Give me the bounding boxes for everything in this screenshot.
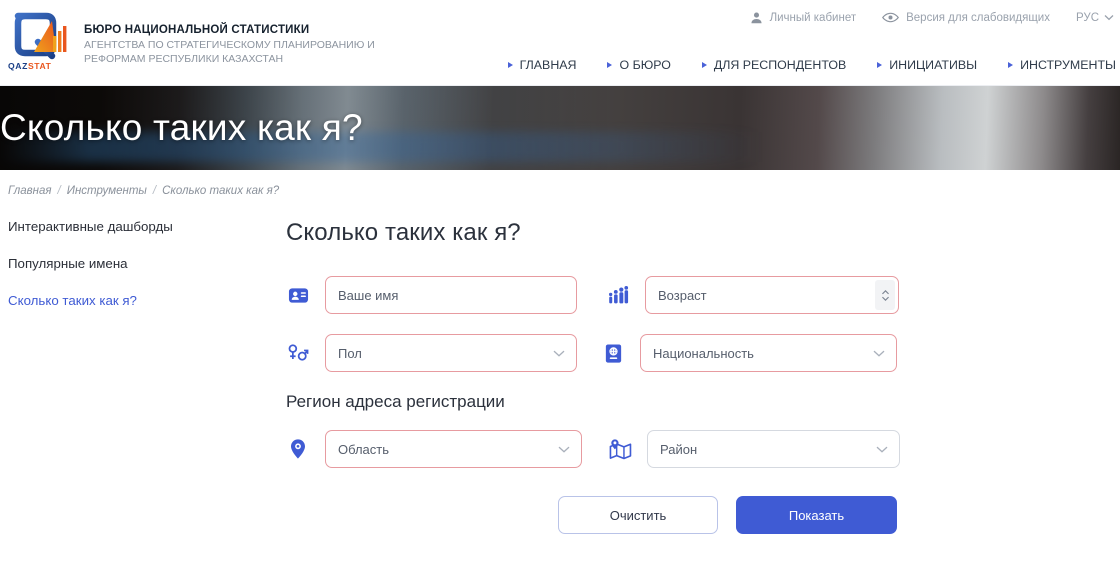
clear-button[interactable]: Очистить	[558, 496, 718, 534]
caret-right-icon	[1008, 62, 1014, 68]
submit-button[interactable]: Показать	[736, 496, 897, 534]
form-row-2: Пол Национальность	[286, 334, 1120, 372]
sex-select[interactable]: Пол	[325, 334, 577, 372]
people-ages-icon	[606, 283, 630, 307]
caret-right-icon	[607, 62, 613, 68]
nav-label: ДЛЯ РЕСПОНДЕНТОВ	[713, 58, 847, 72]
age-stepper[interactable]	[875, 280, 895, 310]
accessibility-version-link[interactable]: Версия для слабовидящих	[882, 11, 1050, 24]
sex-select-placeholder: Пол	[338, 345, 362, 361]
brand-text: БЮРО НАЦИОНАЛЬНОЙ СТАТИСТИКИ АГЕНТСТВА П…	[84, 8, 375, 67]
form-actions: Очистить Показать	[286, 496, 1120, 534]
field-name: Ваше имя	[286, 276, 577, 314]
field-age: Возраст	[606, 276, 899, 314]
page-body: Интерактивные дашборды Популярные имена …	[0, 197, 1120, 534]
name-input-placeholder: Ваше имя	[338, 287, 399, 303]
breadcrumb-item-current: Сколько таких как я?	[162, 185, 280, 197]
field-nationality: Национальность	[601, 334, 897, 372]
sidebar-item-popular-names[interactable]: Популярные имена	[8, 256, 276, 271]
field-region: Область	[286, 430, 582, 468]
name-input[interactable]: Ваше имя	[325, 276, 577, 314]
brand-block[interactable]: QAZSTAT БЮРО НАЦИОНАЛЬНОЙ СТАТИСТИКИ АГЕ…	[8, 8, 375, 71]
sidebar-item-how-many-like-me[interactable]: Сколько таких как я?	[8, 293, 276, 308]
district-select[interactable]: Район	[647, 430, 900, 468]
accessibility-version-label: Версия для слабовидящих	[906, 11, 1050, 24]
nav-label: ИНСТРУМЕНТЫ	[1020, 58, 1116, 72]
breadcrumb: Главная / Инструменты / Сколько таких ка…	[0, 170, 1120, 197]
sidebar: Интерактивные дашборды Популярные имена …	[0, 219, 276, 534]
map-pin-icon	[286, 437, 310, 461]
logo-wordmark: QAZSTAT	[8, 61, 52, 71]
qazstat-logo[interactable]: QAZSTAT	[8, 8, 70, 71]
nav-item-instrumenty[interactable]: ИНСТРУМЕНТЫ	[1008, 58, 1116, 72]
field-sex: Пол	[286, 334, 577, 372]
region-select[interactable]: Область	[325, 430, 582, 468]
breadcrumb-item-home[interactable]: Главная	[8, 185, 52, 197]
region-select-placeholder: Область	[338, 441, 390, 457]
nav-label: О БЮРО	[619, 58, 671, 72]
caret-right-icon	[877, 62, 883, 68]
chevron-down-icon	[1104, 12, 1114, 24]
passport-icon	[601, 341, 625, 365]
nav-label: ГЛАВНАЯ	[519, 58, 577, 72]
age-input[interactable]: Возраст	[645, 276, 899, 314]
personal-cabinet-link[interactable]: Личный кабинет	[750, 11, 857, 24]
nav-item-o-byuro[interactable]: О БЮРО	[607, 58, 671, 72]
form-row-1: Ваше имя Возраст	[286, 276, 1120, 314]
caret-right-icon	[507, 62, 513, 68]
nav-item-dlya-respondentov[interactable]: ДЛЯ РЕСПОНДЕНТОВ	[701, 58, 847, 72]
site-header: QAZSTAT БЮРО НАЦИОНАЛЬНОЙ СТАТИСТИКИ АГЕ…	[0, 0, 1120, 86]
sidebar-item-dashboards[interactable]: Интерактивные дашборды	[8, 219, 276, 234]
map-area-icon	[608, 437, 632, 461]
language-label: РУС	[1075, 11, 1099, 24]
hero-banner: Сколько таких как я?	[0, 86, 1120, 170]
main-navigation: ГЛАВНАЯ О БЮРО ДЛЯ РЕСПОНДЕНТОВ ИНИЦИАТИ…	[507, 58, 1116, 72]
age-input-placeholder: Возраст	[658, 287, 707, 303]
nationality-select[interactable]: Национальность	[640, 334, 897, 372]
page-title: Сколько таких как я?	[286, 219, 521, 246]
nationality-select-placeholder: Национальность	[653, 345, 754, 361]
brand-subtitle: АГЕНТСТВА ПО СТРАТЕГИЧЕСКОМУ ПЛАНИРОВАНИ…	[84, 39, 375, 67]
district-select-placeholder: Район	[660, 441, 698, 457]
eye-icon	[882, 11, 900, 24]
brand-subtitle-line2: РЕФОРМАМ РЕСПУБЛИКИ КАЗАХСТАН	[84, 53, 284, 66]
hero-title: Сколько таких как я?	[0, 107, 363, 148]
gender-icon	[286, 341, 310, 365]
chevron-down-icon	[873, 346, 885, 361]
nav-item-glavnaya[interactable]: ГЛАВНАЯ	[507, 58, 577, 72]
main-content: Сколько таких как я? Ваше имя Возраст По…	[276, 219, 1120, 534]
nav-item-iniciativy[interactable]: ИНИЦИАТИВЫ	[877, 58, 977, 72]
chevron-down-icon	[876, 442, 888, 457]
field-district: Район	[608, 430, 900, 468]
chevron-down-icon	[558, 442, 570, 457]
breadcrumb-separator: /	[57, 185, 61, 197]
nav-label: ИНИЦИАТИВЫ	[889, 58, 978, 72]
brand-subtitle-line1: АГЕНТСТВА ПО СТРАТЕГИЧЕСКОМУ ПЛАНИРОВАНИ…	[84, 39, 375, 52]
utility-bar: Личный кабинет Версия для слабовидящих Р…	[750, 11, 1114, 24]
personal-cabinet-label: Личный кабинет	[769, 11, 857, 24]
user-icon	[750, 11, 763, 24]
caret-right-icon	[701, 62, 707, 68]
breadcrumb-item-tools[interactable]: Инструменты	[67, 185, 147, 197]
id-card-icon	[286, 283, 310, 307]
breadcrumb-separator: /	[152, 185, 157, 197]
form-row-3: Область Район	[286, 430, 1120, 468]
chevron-down-icon	[553, 346, 565, 361]
language-selector[interactable]: РУС	[1076, 12, 1114, 24]
brand-title: БЮРО НАЦИОНАЛЬНОЙ СТАТИСТИКИ	[84, 24, 310, 36]
section-title-region: Регион адреса регистрации	[286, 392, 505, 411]
